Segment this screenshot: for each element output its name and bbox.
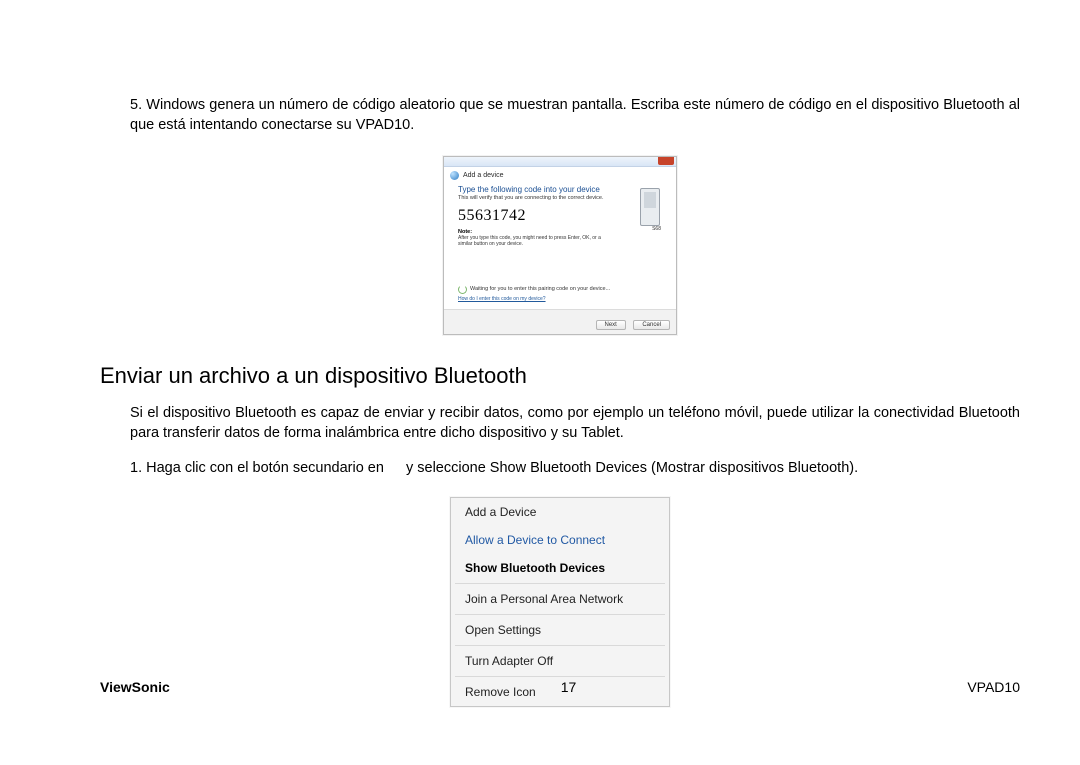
menu-separator [455, 676, 665, 677]
menu-item-join-a-personal-area-network[interactable]: Join a Personal Area Network [451, 585, 669, 613]
dialog-button-bar: Next Cancel [444, 309, 676, 334]
step-1-text: 1. Haga clic con el botón secundario en … [130, 458, 1020, 478]
step-5-text: 5. Windows genera un número de código al… [130, 95, 1020, 136]
footer-brand: ViewSonic [100, 679, 170, 695]
phone-model-label: S68 [652, 226, 661, 232]
dialog-titlebar [444, 157, 676, 167]
dialog-heading: Type the following code into your device [458, 185, 666, 194]
menu-item-turn-adapter-off[interactable]: Turn Adapter Off [451, 647, 669, 675]
menu-separator [455, 614, 665, 615]
status-line: Waiting for you to enter this pairing co… [458, 285, 666, 294]
phone-icon [640, 188, 660, 226]
step-1-text-a: 1. Haga clic con el botón secundario en [130, 460, 388, 476]
breadcrumb-text: Add a device [463, 172, 503, 179]
menu-item-show-bluetooth-devices[interactable]: Show Bluetooth Devices [451, 554, 669, 582]
cancel-button[interactable]: Cancel [633, 320, 670, 330]
menu-item-allow-a-device-to-connect[interactable]: Allow a Device to Connect [451, 526, 669, 554]
menu-item-open-settings[interactable]: Open Settings [451, 616, 669, 644]
footer-model: VPAD10 [967, 679, 1020, 695]
help-link[interactable]: How do I enter this code on my device? [458, 296, 666, 302]
section-intro-text: Si el dispositivo Bluetooth es capaz de … [130, 403, 1020, 444]
figure-bluetooth-menu: Add a DeviceAllow a Device to ConnectSho… [100, 493, 1020, 707]
pairing-code: 55631742 [458, 207, 666, 225]
note-text: After you type this code, you might need… [458, 235, 608, 247]
menu-separator [455, 583, 665, 584]
footer-page-number: 17 [561, 679, 577, 695]
spinner-icon [458, 285, 467, 294]
dialog-breadcrumb: Add a device [444, 167, 676, 182]
device-wizard-icon [450, 171, 459, 180]
close-icon[interactable] [658, 157, 674, 165]
dialog-subtext: This will verify that you are connecting… [458, 195, 666, 201]
figure-add-device-dialog: Add a device Type the following code int… [100, 150, 1020, 345]
section-title: Enviar un archivo a un dispositivo Bluet… [100, 363, 1020, 389]
menu-item-add-a-device[interactable]: Add a Device [451, 498, 669, 526]
next-button[interactable]: Next [596, 320, 626, 330]
menu-separator [455, 645, 665, 646]
step-1-text-b: y seleccione Show Bluetooth Devices (Mos… [406, 460, 858, 476]
page-footer: ViewSonic 17 VPAD10 [100, 679, 1020, 695]
status-text: Waiting for you to enter this pairing co… [470, 286, 610, 292]
